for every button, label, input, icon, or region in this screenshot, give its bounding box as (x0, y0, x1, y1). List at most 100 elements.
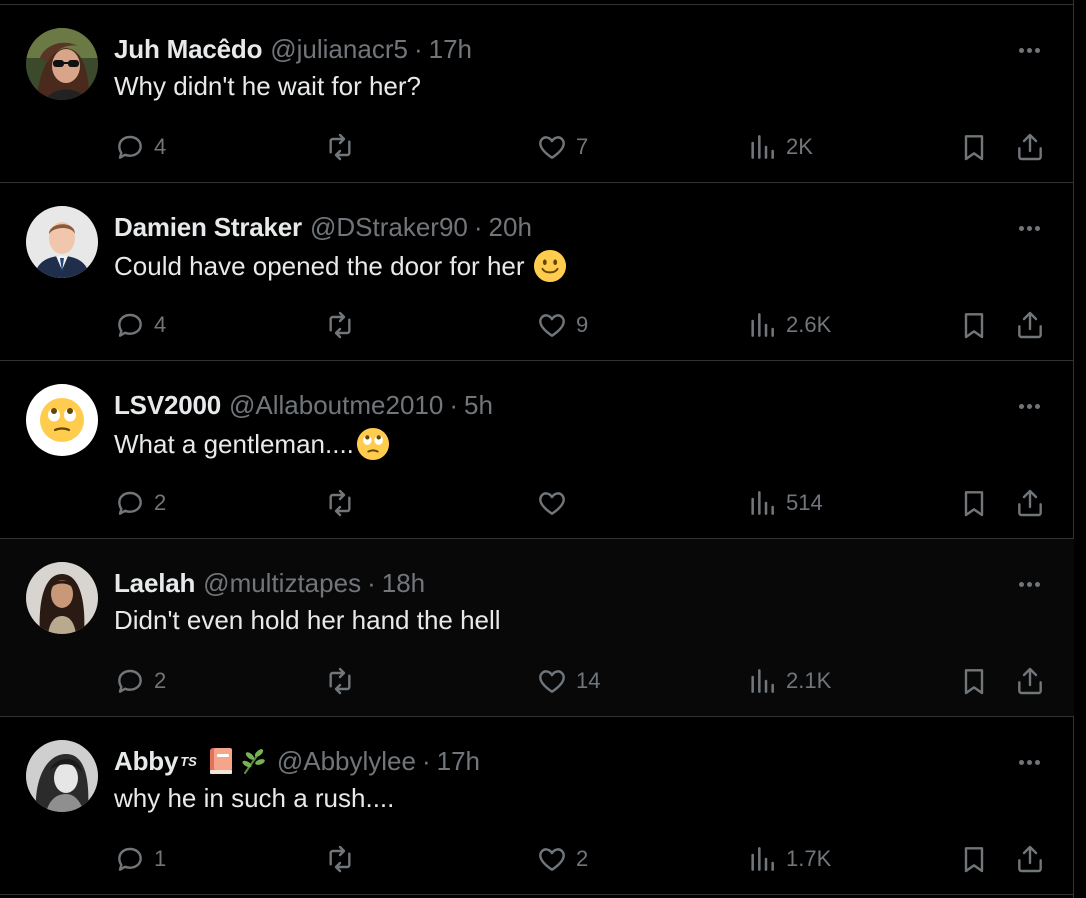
share-button[interactable] (1014, 307, 1046, 343)
face-with-rolling-eyes-emoji-icon (356, 427, 389, 461)
retweet-button[interactable] (324, 307, 364, 343)
bookmark-button[interactable] (958, 841, 990, 877)
reply-button[interactable]: 4 (114, 129, 166, 165)
bookmark-icon (964, 313, 984, 339)
avatar-woman-sunglasses-icon (26, 28, 98, 100)
more-dot (1026, 581, 1032, 587)
avatar[interactable] (26, 206, 98, 278)
retweet-button[interactable] (324, 129, 364, 165)
avatar[interactable] (26, 740, 98, 812)
avatar[interactable] (26, 384, 98, 456)
bookmark-button[interactable] (958, 485, 990, 521)
views-button[interactable]: 2.1K (746, 663, 831, 699)
display-name[interactable]: Damien Straker (114, 212, 302, 243)
like-button[interactable]: 9 (536, 307, 588, 343)
reply-button[interactable]: 4 (114, 307, 166, 343)
tweet-text: Could have opened the door for her (114, 249, 567, 283)
more-dot (1034, 581, 1040, 587)
tweet-text-content: Could have opened the door for her (114, 250, 525, 281)
more-dot (1018, 47, 1024, 53)
timestamp[interactable]: 18h (382, 568, 425, 599)
share-button[interactable] (1014, 841, 1046, 877)
more-options-button[interactable] (1014, 218, 1044, 238)
separator-dot: · (413, 33, 423, 64)
like-count: 2 (576, 846, 589, 871)
views-button[interactable]: 1.7K (746, 841, 831, 877)
reply-button[interactable]: 2 (114, 485, 166, 521)
heart-icon (539, 492, 565, 515)
user-handle[interactable]: @Allaboutme2010 (229, 390, 443, 421)
share-icon (1018, 133, 1042, 161)
tweet-header: Abby TS @Abbylylee · 17h (114, 741, 480, 781)
separator-dot: · (473, 211, 483, 242)
bookmark-icon (964, 669, 984, 695)
bookmark-button[interactable] (958, 663, 990, 699)
user-handle[interactable]: @Abbylylee (277, 746, 416, 777)
user-handle[interactable]: @multiztapes (203, 568, 361, 599)
more-options-button[interactable] (1014, 40, 1044, 60)
reply-tweet[interactable]: Abby TS @Abbylylee · 17h why he in such a… (0, 717, 1074, 895)
retweet-button[interactable] (324, 841, 364, 877)
retweet-button[interactable] (324, 485, 364, 521)
share-icon (1018, 311, 1042, 339)
more-options-button[interactable] (1014, 574, 1044, 594)
views-button[interactable]: 514 (746, 485, 823, 521)
display-name[interactable]: Juh Macêdo (114, 34, 262, 65)
avatar[interactable] (26, 562, 98, 634)
avatar[interactable] (26, 28, 98, 100)
avatar-woman-long-hair-icon (26, 562, 98, 634)
views-button[interactable]: 2.6K (746, 307, 831, 343)
display-name[interactable]: Laelah (114, 568, 195, 599)
views-button[interactable]: 2K (746, 129, 813, 165)
bookmark-button[interactable] (958, 129, 990, 165)
display-name[interactable]: Abby (114, 746, 178, 777)
like-button[interactable]: 14 (536, 663, 600, 699)
avatar-rolling-eyes-emoji-icon (26, 384, 98, 456)
reply-icon (118, 491, 142, 515)
reply-button[interactable]: 1 (114, 841, 166, 877)
views-chart-icon (751, 135, 774, 159)
like-button[interactable]: 2 (536, 841, 588, 877)
reply-tweet[interactable]: Laelah @multiztapes · 18h Didn't even ho… (0, 539, 1074, 717)
bookmark-button[interactable] (958, 307, 990, 343)
retweet-icon (329, 133, 351, 161)
like-count: 14 (576, 668, 601, 693)
retweet-icon (329, 489, 351, 517)
views-chart-icon (751, 669, 774, 693)
separator-dot: · (421, 745, 431, 776)
view-count: 2K (786, 134, 813, 159)
timestamp[interactable]: 5h (464, 390, 493, 421)
share-button[interactable] (1014, 485, 1046, 521)
reply-tweet[interactable]: LSV2000 @Allaboutme2010 · 5h What a gent… (0, 361, 1074, 539)
timestamp[interactable]: 17h (437, 746, 480, 777)
reply-tweet[interactable]: Juh Macêdo @julianacr5 · 17h Why didn't … (0, 5, 1074, 183)
like-button[interactable]: 7 (536, 129, 588, 165)
user-handle[interactable]: @DStraker90 (310, 212, 468, 243)
tweet-text-content: why he in such a rush.... (114, 783, 395, 813)
tweet-text-content: Didn't even hold her hand the hell (114, 605, 501, 635)
more-options-button[interactable] (1014, 396, 1044, 416)
views-chart-icon (751, 491, 774, 515)
retweet-button[interactable] (324, 663, 364, 699)
timestamp[interactable]: 20h (489, 212, 532, 243)
share-button[interactable] (1014, 663, 1046, 699)
reply-count: 4 (154, 134, 167, 159)
timestamp[interactable]: 17h (429, 34, 472, 65)
tweet-text: Why didn't he wait for her? (114, 71, 421, 102)
more-dot (1018, 581, 1024, 587)
share-button[interactable] (1014, 129, 1046, 165)
user-handle[interactable]: @julianacr5 (270, 34, 408, 65)
more-options-button[interactable] (1014, 752, 1044, 772)
reply-button[interactable]: 2 (114, 663, 166, 699)
reply-icon (118, 135, 142, 159)
reply-tweet[interactable]: Damien Straker @DStraker90 · 20h Could h… (0, 183, 1074, 361)
display-name[interactable]: LSV2000 (114, 390, 221, 421)
like-button[interactable] (536, 485, 576, 521)
herb-emoji-icon (242, 749, 265, 774)
views-chart-icon (751, 313, 774, 337)
name-superscript: TS (180, 753, 197, 769)
more-dot (1018, 403, 1024, 409)
reply-count: 2 (154, 490, 167, 515)
separator-dot: · (449, 389, 458, 420)
heart-icon (539, 136, 565, 159)
